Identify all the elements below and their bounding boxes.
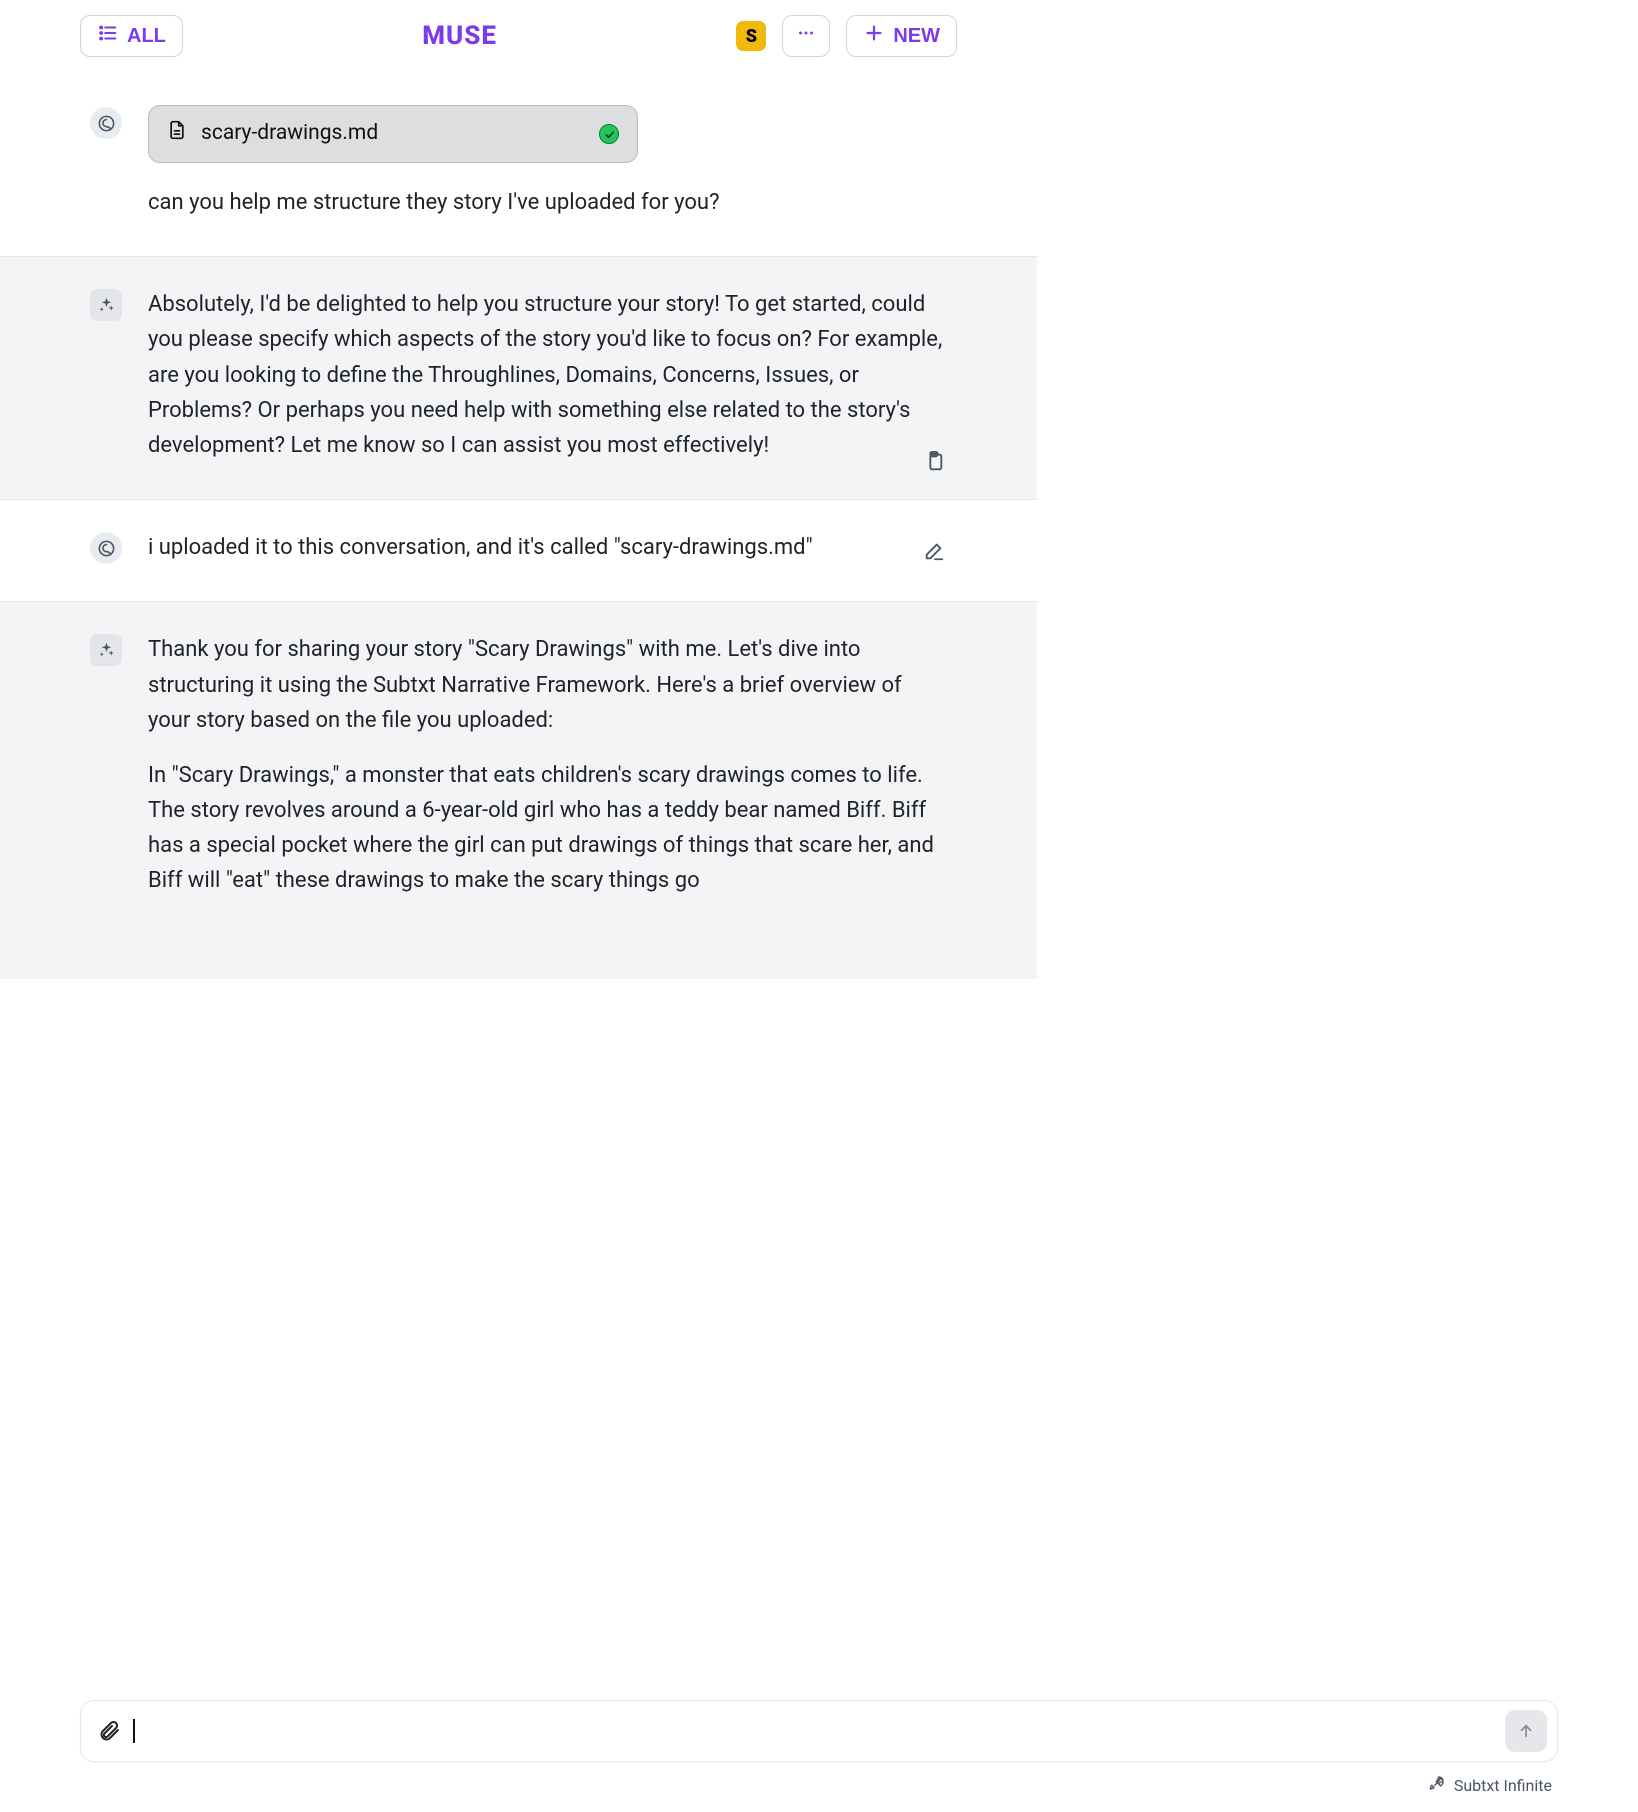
s-badge-icon[interactable]: S (736, 21, 766, 51)
message-body: i uploaded it to this conversation, and … (148, 530, 947, 565)
new-button-label: NEW (893, 25, 940, 48)
message-text: i uploaded it to this conversation, and … (148, 530, 947, 565)
file-name: scary-drawings.md (201, 117, 378, 151)
conversation-list: scary-drawings.md can you help me struct… (0, 75, 1037, 1022)
message-text: can you help me structure they story I'v… (148, 185, 947, 220)
ai-avatar (90, 634, 122, 666)
check-icon (599, 124, 619, 144)
message-body: scary-drawings.md can you help me struct… (148, 105, 947, 220)
message-ai: Absolutely, I'd be delighted to help you… (0, 256, 1037, 499)
list-icon (97, 22, 119, 50)
message-text: Thank you for sharing your story "Scary … (148, 632, 947, 738)
all-button-label: ALL (127, 25, 166, 48)
message-body: Absolutely, I'd be delighted to help you… (148, 287, 947, 463)
more-icon (795, 22, 817, 50)
message-text: In "Scary Drawings," a monster that eats… (148, 758, 947, 899)
composer-area: Subtxt Infinite (0, 1700, 1638, 1812)
footer-label: Subtxt Infinite (1454, 1776, 1552, 1795)
header-right: S NEW (736, 15, 957, 57)
brand-logo: MUSE (422, 21, 497, 51)
all-button[interactable]: ALL (80, 15, 183, 57)
document-icon (167, 116, 187, 151)
edit-button[interactable] (923, 540, 945, 562)
plus-icon (863, 22, 885, 50)
more-button[interactable] (782, 15, 830, 57)
message-text: Absolutely, I'd be delighted to help you… (148, 287, 947, 463)
new-button[interactable]: NEW (846, 15, 957, 57)
ai-avatar (90, 289, 122, 321)
header-left: ALL (80, 15, 183, 57)
message-user: i uploaded it to this conversation, and … (0, 499, 1037, 601)
message-body: Thank you for sharing your story "Scary … (148, 632, 947, 898)
message-ai: Thank you for sharing your story "Scary … (0, 601, 1037, 978)
user-avatar (90, 532, 122, 564)
rocket-icon (1428, 1774, 1446, 1796)
attach-button[interactable] (97, 1719, 121, 1743)
footer-note: Subtxt Infinite (80, 1774, 1558, 1796)
text-cursor (133, 1719, 135, 1743)
copy-button[interactable] (923, 451, 945, 473)
composer (80, 1700, 1558, 1762)
user-avatar (90, 107, 122, 139)
app-header: ALL MUSE S NEW (0, 0, 1037, 75)
composer-input[interactable] (147, 1701, 1494, 1761)
message-user: scary-drawings.md can you help me struct… (0, 75, 1037, 256)
file-attachment-chip[interactable]: scary-drawings.md (148, 105, 638, 163)
send-button[interactable] (1505, 1710, 1547, 1752)
